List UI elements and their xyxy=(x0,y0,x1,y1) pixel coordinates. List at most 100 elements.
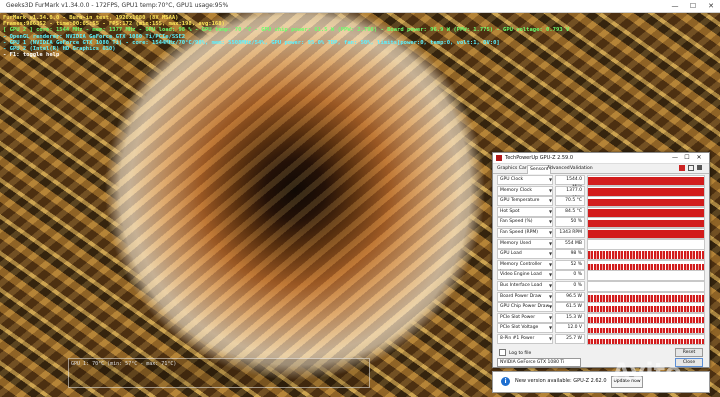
sensor-value: 98 % xyxy=(555,249,585,260)
sensor-graph xyxy=(587,259,705,271)
sensor-name[interactable]: Memory Used xyxy=(497,238,553,249)
sensor-value: 554 MB xyxy=(555,238,585,249)
sensor-row: Fan Speed (%) ▼ 50 % xyxy=(497,217,705,229)
sensor-graph-fill xyxy=(588,230,704,238)
hud-line: - F1: toggle help xyxy=(3,52,60,59)
sensor-graph-fill xyxy=(588,295,704,302)
chevron-down-icon[interactable]: ▼ xyxy=(549,325,552,330)
sensor-value: 84.5 °C xyxy=(555,206,585,217)
chevron-down-icon[interactable]: ▼ xyxy=(549,198,552,203)
sensor-row: PCIe Slot Voltage ▼ 12.0 V xyxy=(497,323,705,335)
chevron-down-icon[interactable]: ▼ xyxy=(549,177,552,182)
minimize-button[interactable]: — xyxy=(666,0,684,12)
sensor-row: Video Engine Load ▼ 0 % xyxy=(497,270,705,282)
sensor-name[interactable]: 8-Pin #1 Power xyxy=(497,334,553,344)
chevron-down-icon[interactable]: ▼ xyxy=(549,272,552,277)
chevron-down-icon[interactable]: ▼ xyxy=(549,315,552,320)
sensor-value: 0 % xyxy=(555,281,585,291)
sensor-row: Memory Used ▼ 554 MB xyxy=(497,238,705,250)
temperature-label: GPU 1: 70°C (min: 57°C - max: 71°C) xyxy=(71,361,177,367)
chevron-down-icon[interactable]: ▼ xyxy=(549,283,552,288)
sensor-name[interactable]: GPU Load xyxy=(497,249,553,260)
sensor-graph xyxy=(587,302,705,314)
chevron-down-icon[interactable]: ▼ xyxy=(549,230,552,235)
gpu-select[interactable]: NVIDIA GeForce GTX 1080 Ti xyxy=(497,358,581,367)
sensor-graph xyxy=(587,175,705,186)
sensor-name[interactable]: Fan Speed (%) xyxy=(497,217,553,228)
sensor-name[interactable]: Board Power Draw xyxy=(497,291,553,302)
sensor-graph-fill xyxy=(588,176,704,185)
sensor-name[interactable]: Memory Controller Load xyxy=(497,259,553,275)
sensor-graph xyxy=(587,185,705,197)
sensor-value: 0 % xyxy=(555,270,585,281)
sensor-value: 15.3 W xyxy=(555,312,585,323)
chevron-down-icon[interactable]: ▼ xyxy=(549,219,552,224)
gpuz-maximize-button[interactable]: ☐ xyxy=(681,153,693,163)
gpuz-tabs: Graphics Card Sensors Advanced Validatio… xyxy=(493,164,709,174)
gpuz-window[interactable]: TechPowerUp GPU-Z 2.59.0 — ☐ ✕ Graphics … xyxy=(492,152,710,368)
sensor-graph xyxy=(587,281,705,292)
chevron-down-icon[interactable]: ▼ xyxy=(549,336,552,341)
sensor-name[interactable]: PCIe Slot Voltage xyxy=(497,323,553,334)
sensor-graph-fill xyxy=(588,187,704,196)
sensor-name[interactable]: Hot Spot xyxy=(497,206,553,217)
sensor-name[interactable]: GPU Chip Power Draw xyxy=(497,302,553,313)
chevron-down-icon[interactable]: ▼ xyxy=(549,262,552,267)
sensor-name[interactable]: GPU Clock xyxy=(497,175,553,185)
chevron-down-icon[interactable]: ▼ xyxy=(549,294,552,299)
gpuz-app-icon xyxy=(496,155,502,161)
sensor-graph-fill xyxy=(588,317,704,323)
sensor-name[interactable]: PCIe Slot Power xyxy=(497,312,553,323)
sensor-row: PCIe Slot Power ▼ 15.3 W xyxy=(497,312,705,324)
sensor-name[interactable]: Video Engine Load xyxy=(497,270,553,281)
sensor-graph xyxy=(587,270,705,282)
chevron-down-icon[interactable]: ▼ xyxy=(549,188,552,193)
sensor-name[interactable]: GPU Temperature xyxy=(497,196,553,207)
camera-icon[interactable] xyxy=(679,165,685,171)
sensor-value: 70.5 °C xyxy=(555,196,585,207)
sensor-name[interactable]: Fan Speed (RPM) xyxy=(497,228,553,238)
chevron-down-icon[interactable]: ▼ xyxy=(549,241,552,246)
sensor-graph-fill xyxy=(588,198,704,207)
sensor-graph xyxy=(587,334,705,345)
reset-button[interactable]: Reset xyxy=(675,348,703,357)
sensor-row: GPU Load ▼ 98 % xyxy=(497,249,705,261)
sensor-row: Fan Speed (RPM) ▼ 1343 RPM xyxy=(497,228,705,239)
sensor-name[interactable]: Bus Interface Load xyxy=(497,281,553,291)
sensor-value: 52 % xyxy=(555,259,585,270)
sensor-value: 1377.0 MHz xyxy=(555,185,585,201)
log-to-file[interactable]: Log to file xyxy=(499,349,531,356)
chevron-down-icon[interactable]: ▼ xyxy=(549,251,552,256)
sensor-graph xyxy=(587,206,705,218)
log-checkbox[interactable] xyxy=(499,349,506,356)
close-window-button[interactable]: ✕ xyxy=(702,0,720,12)
chevron-down-icon[interactable]: ▼ xyxy=(549,209,552,214)
gpuz-minimize-button[interactable]: — xyxy=(669,153,681,163)
sensor-value: 12.0 V xyxy=(555,323,585,334)
sensor-name[interactable]: Memory Clock xyxy=(497,185,553,196)
sensor-value: 96.5 W xyxy=(555,291,585,302)
sensor-row: GPU Clock▼1544.0 MHz xyxy=(497,175,705,190)
sensor-graph xyxy=(587,228,705,239)
sensor-value: 61.5 W xyxy=(555,302,585,313)
sensor-graph xyxy=(587,291,705,303)
sensor-value: 25.7 W xyxy=(555,334,585,344)
sensor-row: GPU Temperature ▼ 70.5 °C xyxy=(497,196,705,208)
sensor-row: Hot Spot ▼ 84.5 °C xyxy=(497,206,705,218)
chevron-down-icon[interactable]: ▼ xyxy=(549,304,552,309)
sensor-graph-fill xyxy=(588,305,704,313)
sensor-graph-fill xyxy=(588,250,704,260)
maximize-button[interactable]: ☐ xyxy=(684,0,702,12)
sensor-graph-fill xyxy=(588,264,704,270)
refresh-icon[interactable] xyxy=(688,165,694,171)
sensor-graph xyxy=(587,196,705,208)
gpuz-titlebar[interactable]: TechPowerUp GPU-Z 2.59.0 — ☐ ✕ xyxy=(493,153,709,164)
sensor-row: Bus Interface Load ▼ 0 % xyxy=(497,281,705,292)
temperature-graph: GPU 1: 70°C (min: 57°C - max: 71°C) xyxy=(68,358,370,388)
menu-icon[interactable] xyxy=(697,165,702,170)
sensor-graph xyxy=(587,217,705,229)
sensor-graph-fill xyxy=(588,209,704,217)
window-titlebar[interactable]: Geeks3D FurMark v1.34.0.0 - 172FPS, GPU1… xyxy=(0,0,720,13)
gpuz-close-button[interactable]: ✕ xyxy=(693,153,705,163)
tab-validation[interactable]: Validation xyxy=(568,165,595,173)
